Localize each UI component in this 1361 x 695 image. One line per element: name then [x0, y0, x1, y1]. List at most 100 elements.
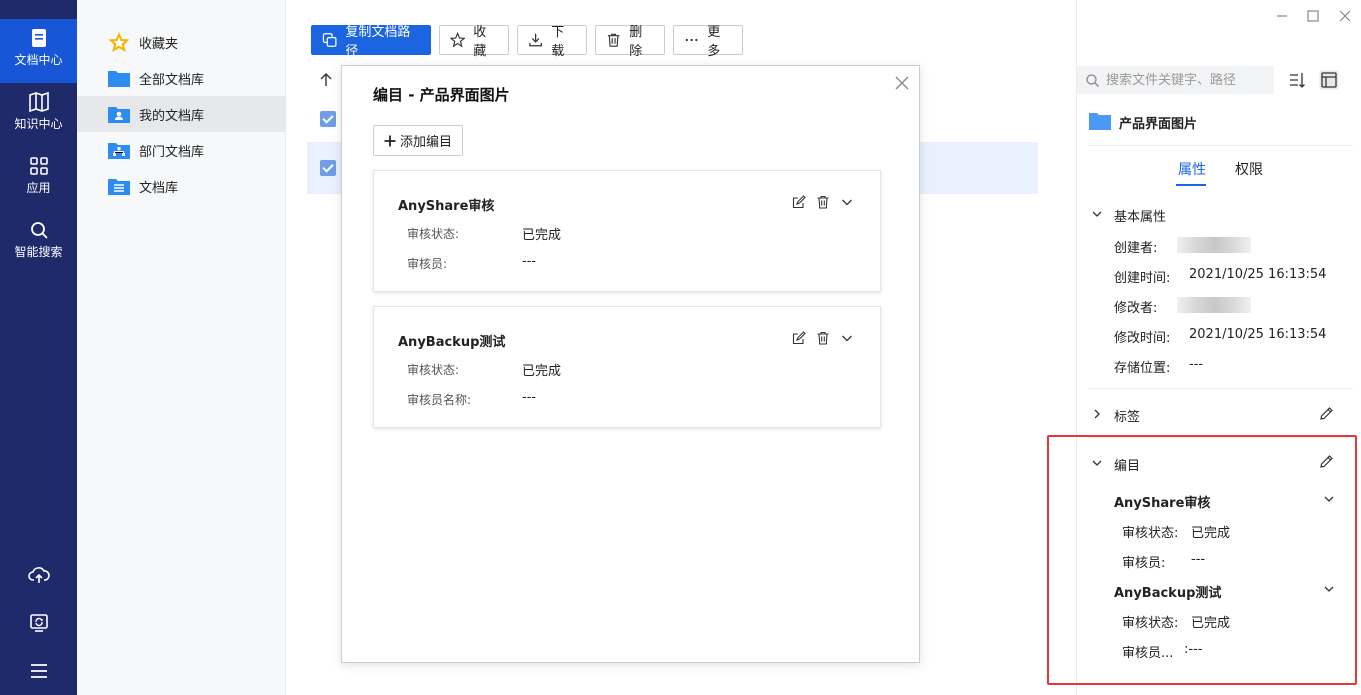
cloud-upload-button[interactable] [0, 564, 77, 586]
divider [1088, 388, 1353, 389]
tab-properties[interactable]: 属性 [1178, 159, 1206, 179]
sort-arrow-icon[interactable] [318, 72, 334, 88]
rail-label: 应用 [26, 181, 51, 195]
search-box[interactable] [1077, 66, 1274, 94]
delete-button[interactable]: 删除 [595, 25, 665, 59]
row-checkbox[interactable] [320, 160, 336, 176]
catalog-field-value: --- [522, 390, 537, 405]
prop-value: --- [1189, 357, 1204, 372]
catalog-field-label: 审核状态: [407, 227, 460, 241]
divider [1088, 145, 1353, 146]
folder-icon [108, 71, 130, 87]
more-button[interactable]: 更多 [673, 25, 743, 59]
more-label: 更多 [707, 25, 721, 59]
apps-grid-icon [29, 157, 48, 175]
sidebar-item-label: 全部文档库 [139, 72, 205, 88]
row-checkbox[interactable] [320, 111, 336, 127]
redacted-creator [1177, 237, 1251, 253]
trash-icon[interactable] [816, 195, 830, 209]
copy-path-label: 复制文档路径 [345, 25, 411, 59]
catalog-modal: 编目 - 产品界面图片 添加编目 AnyShare审核 审核状态: 已完成 审核… [341, 65, 920, 663]
copy-path-button[interactable]: 复制文档路径 [311, 25, 431, 59]
favorite-label: 收藏 [473, 25, 487, 59]
section-tags[interactable]: 标签 [1114, 406, 1140, 425]
catalog-field-label: 审核员名称: [407, 393, 472, 407]
star-outline-icon [450, 32, 466, 48]
prop-label: 创建时间: [1114, 271, 1171, 286]
sort-icon[interactable] [1288, 71, 1306, 89]
app-window: 文档中心 知识中心 应用 智能搜索 收藏夹 全部文档库 我的文档库 部门文档库 … [0, 0, 1361, 695]
prop-value: 2021/10/25 16:13:54 [1189, 327, 1327, 342]
rail-item-apps[interactable]: 应用 [0, 147, 77, 211]
active-tab-indicator [1176, 184, 1206, 186]
sidebar-item-my-library[interactable]: 我的文档库 [77, 96, 286, 132]
close-icon[interactable] [893, 74, 911, 92]
catalog-card: AnyShare审核 审核状态: 已完成 审核员: --- [373, 170, 881, 292]
chevron-down-icon[interactable] [840, 331, 854, 345]
rail-item-document-center[interactable]: 文档中心 [0, 19, 77, 83]
user-folder-icon [108, 107, 130, 123]
book-icon [28, 91, 49, 113]
prop-label: 修改者: [1114, 301, 1158, 316]
minimize-icon[interactable] [1274, 8, 1290, 24]
star-icon [108, 32, 130, 52]
download-label: 下载 [551, 25, 565, 59]
catalog-field-value: 已完成 [522, 364, 562, 379]
highlight-box [1047, 435, 1357, 685]
more-dots-icon [685, 38, 698, 42]
favorite-button[interactable]: 收藏 [439, 25, 509, 59]
trash-icon [607, 33, 620, 47]
catalog-card-title: AnyShare审核 [398, 199, 495, 214]
catalog-field-label: 审核状态: [407, 363, 460, 377]
file-name: 产品界面图片 [1119, 117, 1198, 132]
prop-label: 修改时间: [1114, 331, 1171, 346]
menu-button[interactable] [0, 660, 77, 682]
download-button[interactable]: 下载 [517, 25, 587, 59]
catalog-field-value: 已完成 [522, 228, 562, 243]
edit-icon[interactable] [792, 195, 806, 209]
catalog-card-title: AnyBackup测试 [398, 335, 506, 350]
maximize-icon[interactable] [1305, 8, 1321, 24]
panel-layout-icon[interactable] [1319, 70, 1339, 90]
download-icon [529, 33, 542, 47]
copy-icon [322, 33, 337, 47]
sidebar-item-document-library[interactable]: 文档库 [77, 168, 286, 204]
sync-screen-icon [29, 614, 48, 632]
folder-icon [1089, 113, 1111, 130]
catalog-card: AnyBackup测试 审核状态: 已完成 审核员名称: --- [373, 306, 881, 428]
edit-icon[interactable] [792, 331, 806, 345]
document-icon [31, 29, 46, 47]
section-basic-properties[interactable]: 基本属性 [1114, 206, 1166, 225]
rail-label: 知识中心 [14, 117, 63, 131]
sync-screen-button[interactable] [0, 612, 77, 634]
chevron-down-icon[interactable] [840, 195, 854, 209]
menu-icon [30, 664, 47, 678]
sidebar-item-label: 部门文档库 [139, 144, 205, 160]
search-icon [30, 222, 48, 239]
rail-label: 智能搜索 [14, 245, 63, 259]
trash-icon[interactable] [816, 331, 830, 345]
sidebar-item-all-libraries[interactable]: 全部文档库 [77, 60, 286, 96]
plus-icon [384, 135, 396, 146]
add-catalog-button[interactable]: 添加编目 [373, 125, 463, 156]
sidebar-item-label: 收藏夹 [139, 36, 179, 52]
rail-item-knowledge-center[interactable]: 知识中心 [0, 83, 77, 147]
rail-item-smart-search[interactable]: 智能搜索 [0, 211, 77, 275]
org-folder-icon [108, 143, 130, 159]
catalog-field-label: 审核员: [407, 257, 448, 271]
sidebar-item-department-library[interactable]: 部门文档库 [77, 132, 286, 168]
cloud-upload-icon [27, 567, 50, 583]
prop-label: 创建者: [1114, 241, 1158, 256]
prop-value: 2021/10/25 16:13:54 [1189, 267, 1327, 282]
chevron-right-icon[interactable] [1091, 408, 1103, 420]
close-window-icon[interactable] [1337, 8, 1353, 24]
catalog-field-value: --- [522, 254, 537, 269]
search-input[interactable] [1106, 72, 1266, 88]
nav-rail: 文档中心 知识中心 应用 智能搜索 [0, 0, 77, 695]
chevron-down-icon[interactable] [1091, 208, 1103, 220]
library-sidebar: 收藏夹 全部文档库 我的文档库 部门文档库 文档库 [77, 0, 286, 695]
modal-title: 编目 - 产品界面图片 [373, 86, 510, 104]
tab-permissions[interactable]: 权限 [1235, 159, 1263, 179]
pencil-icon[interactable] [1319, 406, 1334, 421]
sidebar-item-favorites[interactable]: 收藏夹 [77, 24, 286, 60]
